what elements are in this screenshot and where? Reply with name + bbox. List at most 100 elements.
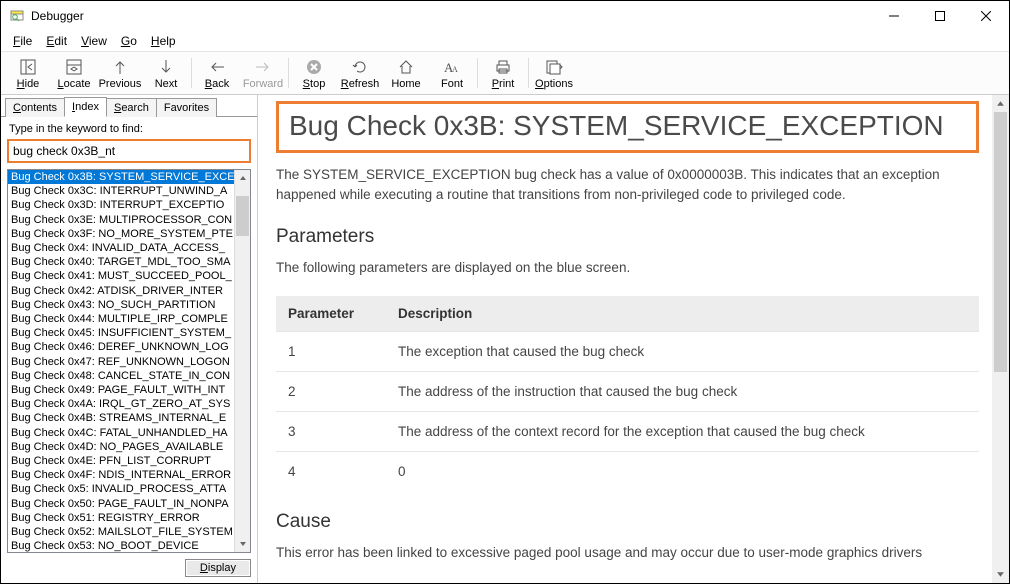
list-item[interactable]: Bug Check 0x4F: NDIS_INTERNAL_ERROR bbox=[8, 468, 234, 482]
list-item[interactable]: Bug Check 0x45: INSUFFICIENT_SYSTEM_ bbox=[8, 326, 234, 340]
list-scrollbar[interactable] bbox=[234, 170, 250, 552]
list-item[interactable]: Bug Check 0x50: PAGE_FAULT_IN_NONPA bbox=[8, 497, 234, 511]
list-item[interactable]: Bug Check 0x3F: NO_MORE_SYSTEM_PTE bbox=[8, 227, 234, 241]
scroll-down-icon[interactable] bbox=[992, 566, 1009, 583]
menu-edit[interactable]: Edit bbox=[40, 32, 73, 50]
list-item[interactable]: Bug Check 0x3C: INTERRUPT_UNWIND_A bbox=[8, 184, 234, 198]
font-button[interactable]: AA Font bbox=[429, 53, 475, 93]
app-icon bbox=[9, 8, 25, 24]
toolbar-separator bbox=[528, 58, 529, 88]
scroll-down-icon[interactable] bbox=[235, 536, 250, 552]
list-item[interactable]: Bug Check 0x49: PAGE_FAULT_WITH_INT bbox=[8, 383, 234, 397]
param-description: The exception that caused the bug check bbox=[386, 331, 979, 371]
menu-file[interactable]: File bbox=[7, 32, 38, 50]
back-button[interactable]: Back bbox=[194, 53, 240, 93]
index-listbox[interactable]: Bug Check 0x3B: SYSTEM_SERVICE_EXCEBug C… bbox=[7, 169, 251, 553]
tab-search[interactable]: Search bbox=[106, 98, 157, 117]
print-button[interactable]: Print bbox=[480, 53, 526, 93]
svg-text:A: A bbox=[452, 65, 458, 74]
toolbar-separator bbox=[191, 58, 192, 88]
list-item[interactable]: Bug Check 0x4E: PFN_LIST_CORRUPT bbox=[8, 454, 234, 468]
list-item[interactable]: Bug Check 0x42: ATDISK_DRIVER_INTER bbox=[8, 284, 234, 298]
sidebar: Contents Index Search Favorites Type in … bbox=[1, 95, 258, 583]
tab-index[interactable]: Index bbox=[64, 97, 107, 117]
search-label: Type in the keyword to find: bbox=[1, 117, 257, 137]
table-header-parameter: Parameter bbox=[276, 296, 386, 332]
list-item[interactable]: Bug Check 0x52: MAILSLOT_FILE_SYSTEM bbox=[8, 525, 234, 539]
home-button[interactable]: Home bbox=[383, 53, 429, 93]
parameters-table: Parameter Description 1The exception tha… bbox=[276, 296, 979, 491]
scroll-up-icon[interactable] bbox=[992, 95, 1009, 112]
list-item[interactable]: Bug Check 0x48: CANCEL_STATE_IN_CON bbox=[8, 369, 234, 383]
list-item[interactable]: Bug Check 0x4A: IRQL_GT_ZERO_AT_SYS bbox=[8, 397, 234, 411]
list-item[interactable]: Bug Check 0x51: REGISTRY_ERROR bbox=[8, 511, 234, 525]
locate-button[interactable]: Locate bbox=[51, 53, 97, 93]
options-button[interactable]: Options bbox=[531, 53, 577, 93]
font-icon: AA bbox=[442, 57, 462, 77]
param-number: 3 bbox=[276, 411, 386, 451]
list-item[interactable]: Bug Check 0x44: MULTIPLE_IRP_COMPLE bbox=[8, 312, 234, 326]
keyword-input[interactable] bbox=[7, 139, 251, 163]
cause-text: This error has been linked to excessive … bbox=[276, 543, 979, 563]
table-header-description: Description bbox=[386, 296, 979, 332]
list-item[interactable]: Bug Check 0x46: DEREF_UNKNOWN_LOG bbox=[8, 340, 234, 354]
refresh-icon bbox=[350, 57, 370, 77]
param-number: 2 bbox=[276, 371, 386, 411]
list-item[interactable]: Bug Check 0x4C: FATAL_UNHANDLED_HA bbox=[8, 426, 234, 440]
table-row: 2The address of the instruction that cau… bbox=[276, 371, 979, 411]
page-title: Bug Check 0x3B: SYSTEM_SERVICE_EXCEPTION bbox=[289, 110, 966, 142]
list-item[interactable]: Bug Check 0x53: NO_BOOT_DEVICE bbox=[8, 539, 234, 552]
cause-heading: Cause bbox=[276, 511, 979, 533]
back-icon bbox=[207, 57, 227, 77]
forward-icon bbox=[253, 57, 273, 77]
previous-icon bbox=[110, 57, 130, 77]
list-item[interactable]: Bug Check 0x5: INVALID_PROCESS_ATTA bbox=[8, 482, 234, 496]
hide-icon bbox=[18, 57, 38, 77]
toolbar-separator bbox=[288, 58, 289, 88]
scroll-thumb[interactable] bbox=[994, 112, 1007, 372]
hide-button[interactable]: Hide bbox=[5, 53, 51, 93]
locate-icon bbox=[64, 57, 84, 77]
table-row: 3The address of the context record for t… bbox=[276, 411, 979, 451]
intro-text: The SYSTEM_SERVICE_EXCEPTION bug check h… bbox=[276, 165, 979, 206]
tab-contents[interactable]: Contents bbox=[5, 98, 65, 117]
list-item[interactable]: Bug Check 0x4B: STREAMS_INTERNAL_E bbox=[8, 411, 234, 425]
list-item[interactable]: Bug Check 0x41: MUST_SUCCEED_POOL_ bbox=[8, 269, 234, 283]
window-title: Debugger bbox=[31, 9, 871, 23]
stop-button[interactable]: Stop bbox=[291, 53, 337, 93]
parameters-heading: Parameters bbox=[276, 226, 979, 248]
content-scrollbar[interactable] bbox=[992, 95, 1009, 583]
list-item[interactable]: Bug Check 0x4: INVALID_DATA_ACCESS_ bbox=[8, 241, 234, 255]
previous-button[interactable]: Previous bbox=[97, 53, 143, 93]
scroll-thumb[interactable] bbox=[236, 196, 249, 236]
menubar: File Edit View Go Help bbox=[1, 31, 1009, 51]
menu-go[interactable]: Go bbox=[115, 32, 143, 50]
menu-help[interactable]: Help bbox=[145, 32, 182, 50]
sidebar-tabs: Contents Index Search Favorites bbox=[1, 95, 257, 117]
refresh-button[interactable]: Refresh bbox=[337, 53, 383, 93]
list-item[interactable]: Bug Check 0x3E: MULTIPROCESSOR_CON bbox=[8, 213, 234, 227]
list-item[interactable]: Bug Check 0x4D: NO_PAGES_AVAILABLE bbox=[8, 440, 234, 454]
list-item[interactable]: Bug Check 0x40: TARGET_MDL_TOO_SMA bbox=[8, 255, 234, 269]
list-item[interactable]: Bug Check 0x47: REF_UNKNOWN_LOGON bbox=[8, 355, 234, 369]
close-button[interactable] bbox=[963, 1, 1009, 31]
print-icon bbox=[493, 57, 513, 77]
forward-button[interactable]: Forward bbox=[240, 53, 286, 93]
display-button[interactable]: Display bbox=[185, 559, 251, 577]
titlebar: Debugger bbox=[1, 1, 1009, 31]
param-number: 4 bbox=[276, 451, 386, 491]
tab-favorites[interactable]: Favorites bbox=[156, 98, 217, 117]
next-button[interactable]: Next bbox=[143, 53, 189, 93]
parameters-intro: The following parameters are displayed o… bbox=[276, 258, 979, 278]
menu-view[interactable]: View bbox=[75, 32, 113, 50]
list-item[interactable]: Bug Check 0x43: NO_SUCH_PARTITION bbox=[8, 298, 234, 312]
scroll-up-icon[interactable] bbox=[235, 170, 250, 186]
next-icon bbox=[156, 57, 176, 77]
list-item[interactable]: Bug Check 0x3B: SYSTEM_SERVICE_EXCE bbox=[8, 170, 234, 184]
list-item[interactable]: Bug Check 0x3D: INTERRUPT_EXCEPTIO bbox=[8, 198, 234, 212]
stop-icon bbox=[304, 57, 324, 77]
toolbar: Hide Locate Previous Next Back Forward S… bbox=[1, 51, 1009, 95]
maximize-button[interactable] bbox=[917, 1, 963, 31]
minimize-button[interactable] bbox=[871, 1, 917, 31]
param-description: The address of the instruction that caus… bbox=[386, 371, 979, 411]
